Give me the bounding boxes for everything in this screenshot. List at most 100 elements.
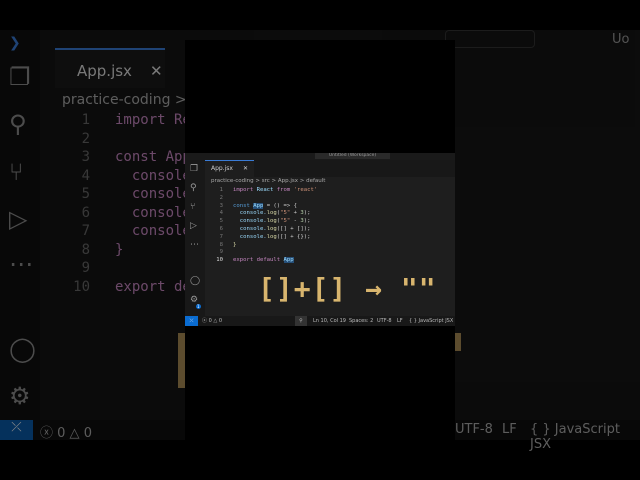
source-control-icon[interactable]: ⑂ [9,158,23,186]
settings-icon[interactable]: ⚙ [9,382,31,410]
line-number: 7 [81,223,90,239]
code-line[interactable]: import React from 'react' [233,186,317,194]
code-line[interactable]: console.log("5" - 3); [233,217,311,225]
title-right: Uo [612,32,630,47]
code-line[interactable]: console [115,223,191,239]
code-token: console. [233,233,267,240]
account-icon[interactable]: ◯ [190,276,200,286]
line-number: 3 [219,202,223,209]
breadcrumb: practice-coding > src > App.jsx > defaul… [211,178,326,184]
run-debug-icon[interactable]: ▷ [190,221,197,231]
problems-indicator[interactable]: ⓧ 0 △ 0 [40,422,92,441]
tab-bar: App.jsx ✕ [205,160,455,177]
cursor-position[interactable]: Ln 10, Col 19 [313,316,346,326]
line-number: 6 [81,204,90,221]
code-token: 'react' [293,187,318,193]
line-number: 2 [81,130,90,147]
code-line[interactable]: console [115,186,191,202]
code-token: - [290,218,301,225]
code-token: App [253,202,264,209]
line-number: 6 [219,226,223,232]
encoding[interactable]: UTF-8 [377,316,392,326]
code-token: } [233,241,237,248]
title-bar: Untitled (Workspace) [185,153,455,160]
search-icon[interactable]: ⚲ [9,110,27,138]
code-token: export [233,257,257,264]
line-number: 4 [219,210,223,217]
line-number: 9 [81,260,90,276]
remote-icon[interactable]: ⤫ [185,316,198,326]
line-number: 5 [81,186,90,202]
code-token: console. [233,218,267,225]
code-token: log [266,226,277,232]
indentation[interactable]: Spaces: 2 [349,316,373,326]
language-mode[interactable]: { } JavaScript JSX [530,422,640,452]
explorer-icon[interactable]: ❐ [190,164,198,174]
code-line[interactable]: import Re [115,112,191,128]
code-token: ); [303,210,311,217]
bg-bracket-left [178,333,185,388]
line-number: 7 [219,233,223,240]
tab-app-jsx[interactable]: App.jsx ✕ [55,48,165,88]
code-token: ); [303,218,311,225]
tab-label: App.jsx [211,165,233,172]
more-icon[interactable]: ⋯ [190,240,199,250]
problems-indicator[interactable]: ⓧ 0 △ 0 [202,316,222,326]
line-number: 5 [219,218,223,225]
command-center[interactable]: Untitled (Workspace) [315,153,390,159]
code-line[interactable]: export de [115,279,191,295]
code-token: console. [233,210,267,217]
code-token: import [233,187,257,193]
more-icon[interactable]: ⋯ [9,250,33,278]
line-number: 2 [219,194,223,201]
code-line[interactable]: console [115,168,191,184]
line-number: 3 [81,149,90,165]
zoom-icon[interactable]: ⚲ [295,316,307,326]
line-number: 10 [73,278,90,295]
account-icon[interactable]: ◯ [9,335,36,363]
line-number: 4 [81,167,90,184]
line-number: 8 [219,241,223,248]
code-token: from [276,187,294,193]
code-token: + [290,210,301,217]
code-token: log [266,233,277,240]
close-icon[interactable]: ✕ [243,165,248,172]
source-control-icon[interactable]: ⑂ [190,202,195,212]
code-line[interactable]: console.log("5" + 3); [233,209,311,217]
status-bar: ⤫ ⓧ 0 △ 0 ⚲ Ln 10, Col 19 Spaces: 2 UTF-… [185,316,455,326]
explorer-icon[interactable]: ❐ [9,63,31,91]
close-icon[interactable]: ✕ [150,62,163,80]
encoding[interactable]: UTF-8 [455,422,493,437]
code-token: React [256,187,277,193]
tab-app-jsx[interactable]: App.jsx ✕ [205,160,254,177]
language-mode[interactable]: { } JavaScript JSX [409,316,453,326]
code-line[interactable]: const App [115,149,191,165]
command-center[interactable] [445,30,535,48]
code-token: log [266,218,277,225]
line-number: 1 [219,187,223,193]
code-line[interactable]: const App = () => { [233,202,297,210]
activity-bar: ❯ ❐ ⚲ ⑂ ▷ ⋯ ◯ ⚙ [0,30,40,420]
code-line[interactable]: console.log([] + {}); [233,233,311,241]
code-line[interactable]: } [233,241,236,249]
tab-label: App.jsx [77,62,132,80]
eol[interactable]: LF [502,422,517,437]
code-token: console. [233,226,267,232]
code-token: ([] + {}); [276,233,311,240]
eol[interactable]: LF [397,316,403,326]
search-icon[interactable]: ⚲ [190,183,197,193]
vscode-logo-icon: ❯ [9,35,21,51]
code-line[interactable]: console [115,205,191,221]
code-token: "5" [280,218,291,225]
code-token: ([] + []); [276,226,311,232]
code-line[interactable]: export default App [233,256,294,264]
code-token: "5" [280,210,291,217]
code-line[interactable]: } [115,242,123,258]
code-token: = () => { [263,202,298,209]
remote-icon[interactable]: ⤫ [0,420,33,440]
code-line[interactable]: console.log([] + []); [233,225,311,233]
run-debug-icon[interactable]: ▷ [9,205,27,233]
code-token: App [283,257,294,264]
line-number: 8 [81,241,90,258]
code-token: default [256,257,284,264]
